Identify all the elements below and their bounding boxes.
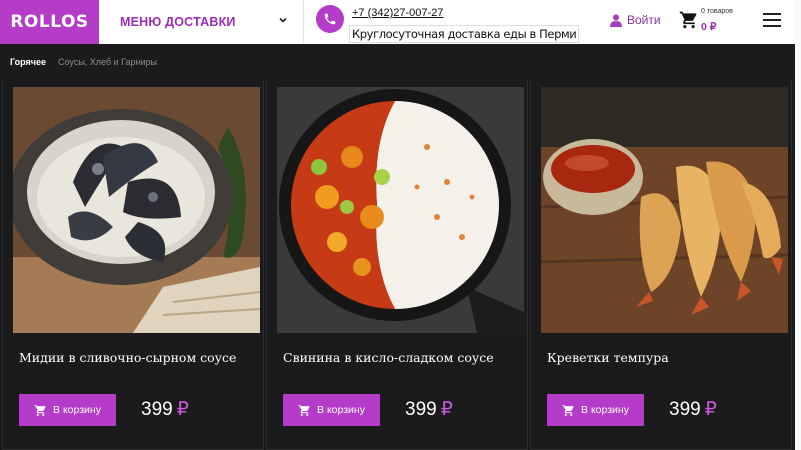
product-card: Мидии в сливочно-сырном соусе В корзину … (2, 80, 264, 450)
logo-text: ROLLOS (10, 12, 89, 32)
add-to-cart-label: В корзину (53, 404, 101, 416)
product-price: 399 ₽ (405, 398, 453, 421)
product-image-sweet-sour-pork[interactable] (277, 87, 524, 333)
delivery-tagline: Круглосуточная доставка еды в Перми (350, 26, 579, 42)
cart-icon (562, 404, 574, 416)
cart-icon (34, 404, 46, 416)
phone-icon[interactable] (316, 5, 344, 33)
currency-symbol: ₽ (440, 399, 453, 420)
cart-icon (298, 404, 310, 416)
product-title[interactable]: Креветки темпура (547, 350, 669, 365)
add-to-cart-label: В корзину (317, 404, 365, 416)
cart-total: 0 ₽ (701, 21, 717, 33)
phone-number-link[interactable]: +7 (342)27-007-27 (352, 7, 443, 19)
delivery-menu-label: МЕНЮ ДОСТАВКИ (120, 15, 236, 29)
price-value: 399 (141, 399, 173, 420)
product-card: Креветки темпура В корзину 399 ₽ (530, 80, 792, 450)
add-to-cart-button[interactable]: В корзину (547, 394, 644, 426)
cart-item-count: 0 товаров (701, 8, 733, 15)
product-image-tempura-shrimp[interactable] (541, 87, 788, 333)
delivery-menu-dropdown[interactable]: МЕНЮ ДОСТАВКИ (99, 0, 304, 44)
product-title[interactable]: Мидии в сливочно-сырном соусе (19, 350, 236, 365)
login-label: Войти (627, 13, 661, 27)
chevron-down-icon (279, 17, 287, 23)
product-image-mussels[interactable] (13, 87, 260, 333)
category-tabs: Горячее Соусы, Хлеб и Гарниры (0, 44, 795, 80)
hamburger-menu-icon[interactable] (763, 13, 781, 27)
add-to-cart-button[interactable]: В корзину (19, 394, 116, 426)
product-card: Свинина в кисло-сладком соусе В корзину … (266, 80, 528, 450)
user-icon (610, 14, 622, 27)
product-price: 399 ₽ (141, 398, 189, 421)
add-to-cart-button[interactable]: В корзину (283, 394, 380, 426)
price-value: 399 (669, 399, 701, 420)
product-price: 399 ₽ (669, 398, 717, 421)
price-value: 399 (405, 399, 437, 420)
add-to-cart-label: В корзину (581, 404, 629, 416)
site-header: ROLLOS МЕНЮ ДОСТАВКИ +7 (342)27-007-27 К… (0, 0, 801, 44)
product-title[interactable]: Свинина в кисло-сладком соусе (283, 350, 494, 365)
tab-hot[interactable]: Горячее (10, 57, 46, 67)
login-button[interactable]: Войти (610, 13, 661, 27)
scrollbar[interactable] (795, 0, 801, 450)
currency-symbol: ₽ (704, 399, 717, 420)
currency-symbol: ₽ (176, 399, 189, 420)
cart-icon[interactable] (679, 10, 699, 30)
logo[interactable]: ROLLOS (0, 0, 99, 44)
tab-sauces-bread-sides[interactable]: Соусы, Хлеб и Гарниры (58, 57, 157, 67)
